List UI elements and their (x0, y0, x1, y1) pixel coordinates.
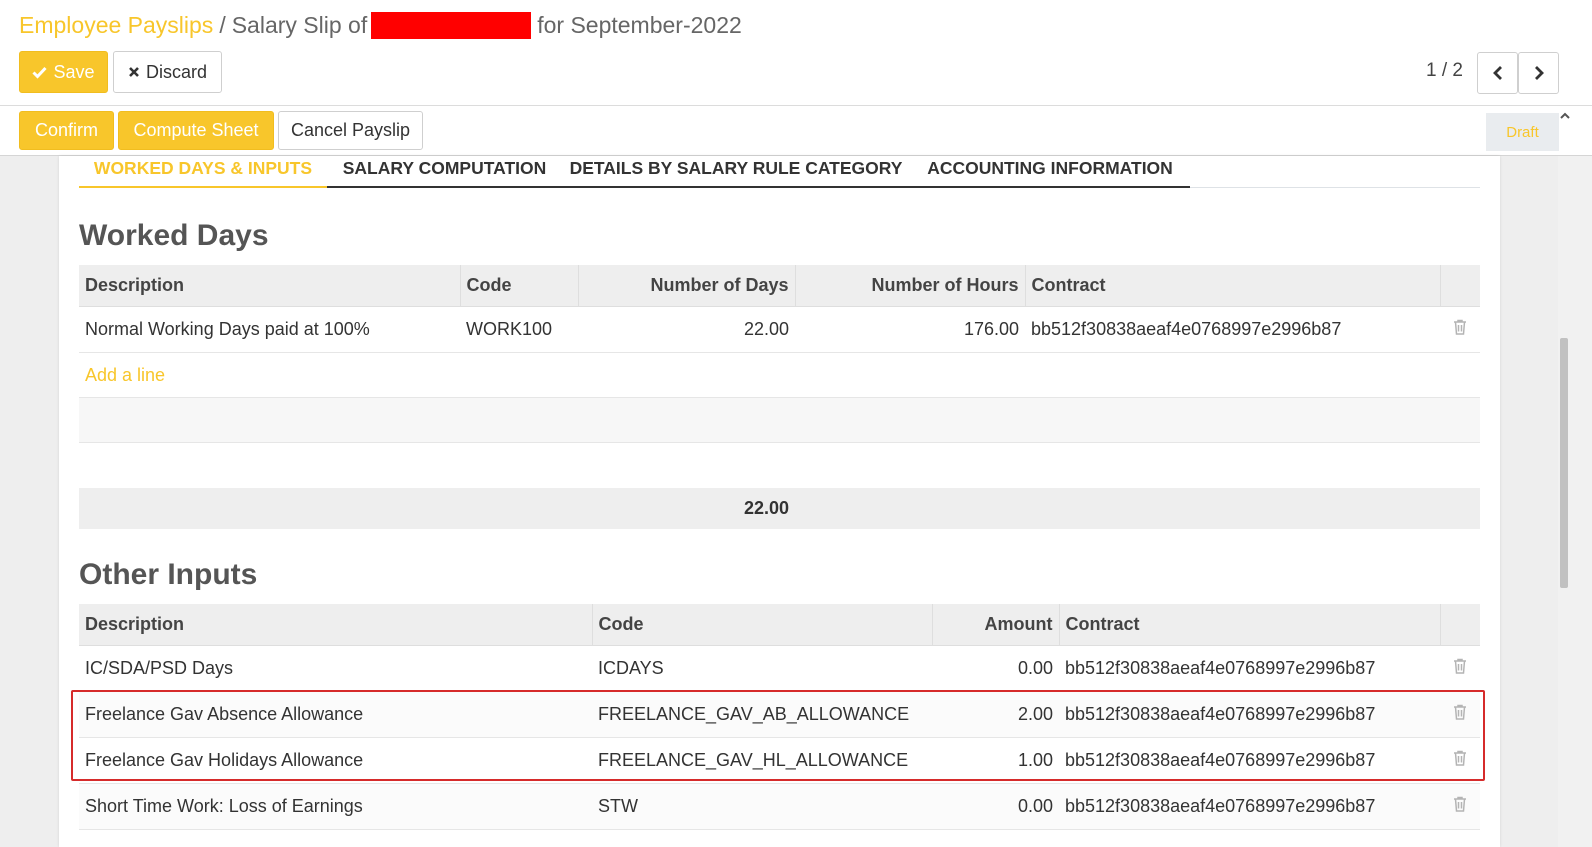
trash-icon (1454, 750, 1466, 766)
column-header-actions (1439, 265, 1480, 307)
redacted-employee-name (371, 12, 532, 39)
add-line-row: Add a line (79, 352, 1480, 398)
column-header-amount[interactable]: Amount (931, 604, 1059, 646)
cell-contract[interactable]: bb512f30838aeaf4e0768997e2996b87 (1059, 783, 1440, 830)
chevron-right-icon (1534, 66, 1544, 80)
breadcrumb: Employee Payslips / Salary Slip of for Sept… (19, 10, 742, 40)
tab-details-by-salary-rule-category[interactable]: DETAILS BY SALARY RULE CATEGORY (562, 153, 910, 188)
delete-row-button[interactable] (1440, 306, 1480, 353)
pager-value[interactable]: 1 / 2 (1426, 60, 1463, 82)
table-row[interactable]: Freelance Gav Absence Allowance FREELANC… (79, 691, 1480, 738)
scroll-up-arrow-icon[interactable] (1560, 112, 1570, 120)
times-icon (129, 67, 139, 77)
worked-days-table: Description Code Number of Days Number o… (79, 265, 1480, 398)
table-row[interactable]: Short Time Work: Loss of Earnings STW 0.… (79, 783, 1480, 830)
cell-amount[interactable]: 0.00 (932, 645, 1059, 692)
table-row[interactable]: IC/SDA/PSD Days ICDAYS 0.00 bb512f30838a… (79, 645, 1480, 692)
confirm-button[interactable]: Confirm (19, 111, 114, 150)
cell-number-of-days[interactable]: 22.00 (578, 306, 795, 353)
pager-next-button[interactable] (1518, 52, 1559, 94)
column-header-actions (1439, 604, 1480, 646)
other-inputs-header-row: Description Code Amount Contract (79, 604, 1480, 646)
cell-contract[interactable]: bb512f30838aeaf4e0768997e2996b87 (1025, 306, 1440, 353)
empty-row (79, 397, 1480, 443)
table-row[interactable]: Freelance Gav Holidays Allowance FREELAN… (79, 737, 1480, 784)
cell-description[interactable]: IC/SDA/PSD Days (79, 645, 592, 692)
tab-worked-days-inputs[interactable]: WORKED DAYS & INPUTS (79, 153, 327, 188)
breadcrumb-link-employee-payslips[interactable]: Employee Payslips (19, 12, 213, 38)
cell-contract[interactable]: bb512f30838aeaf4e0768997e2996b87 (1059, 691, 1440, 738)
status-badge-draft: Draft (1486, 113, 1559, 151)
delete-row-button[interactable] (1440, 691, 1480, 738)
cell-amount[interactable]: 0.00 (932, 783, 1059, 830)
cell-code[interactable]: WORK100 (460, 306, 578, 353)
cell-description[interactable]: Freelance Gav Holidays Allowance (79, 737, 592, 784)
trash-icon (1454, 319, 1466, 335)
cell-number-of-hours[interactable]: 176.00 (795, 306, 1025, 353)
discard-button[interactable]: Discard (113, 51, 222, 93)
worked-days-total-row: 22.00 (79, 488, 1480, 529)
column-header-code[interactable]: Code (591, 604, 932, 646)
scrollbar-thumb[interactable] (1560, 338, 1568, 588)
cell-description[interactable]: Normal Working Days paid at 100% (79, 306, 460, 353)
cell-description[interactable]: Freelance Gav Absence Allowance (79, 691, 592, 738)
breadcrumb-current-prefix: Salary Slip of (231, 12, 368, 38)
cell-contract[interactable]: bb512f30838aeaf4e0768997e2996b87 (1059, 645, 1440, 692)
notebook-tabs: WORKED DAYS & INPUTS SALARY COMPUTATION … (79, 153, 1480, 188)
column-header-contract[interactable]: Contract (1024, 265, 1440, 307)
tab-accounting-information[interactable]: ACCOUNTING INFORMATION (910, 153, 1190, 188)
trash-icon (1454, 658, 1466, 674)
cell-code[interactable]: ICDAYS (592, 645, 932, 692)
table-row[interactable]: Normal Working Days paid at 100% WORK100… (79, 306, 1480, 353)
column-header-description[interactable]: Description (79, 604, 592, 646)
cell-amount[interactable]: 2.00 (932, 691, 1059, 738)
worked-days-header-row: Description Code Number of Days Number o… (79, 265, 1480, 307)
trash-icon (1454, 796, 1466, 812)
breadcrumb-separator: / (219, 12, 226, 38)
column-header-number-of-days[interactable]: Number of Days (577, 265, 795, 307)
total-number-of-days: 22.00 (743, 498, 789, 518)
column-header-contract[interactable]: Contract (1058, 604, 1440, 646)
cell-contract[interactable]: bb512f30838aeaf4e0768997e2996b87 (1059, 737, 1440, 784)
delete-row-button[interactable] (1440, 737, 1480, 784)
column-header-description[interactable]: Description (79, 265, 460, 307)
discard-button-label: Discard (145, 61, 207, 82)
other-inputs-table: Description Code Amount Contract IC/SDA/… (79, 604, 1480, 830)
cell-code[interactable]: FREELANCE_GAV_AB_ALLOWANCE (592, 691, 932, 738)
chevron-left-icon (1492, 66, 1502, 80)
delete-row-button[interactable] (1440, 645, 1480, 692)
save-button-label: Save (53, 61, 95, 82)
cell-description[interactable]: Short Time Work: Loss of Earnings (79, 783, 592, 830)
pager-previous-button[interactable] (1477, 52, 1518, 94)
save-button[interactable]: Save (19, 51, 108, 93)
add-a-line-link[interactable]: Add a line (85, 365, 165, 385)
cell-code[interactable]: FREELANCE_GAV_HL_ALLOWANCE (592, 737, 932, 784)
cell-amount[interactable]: 1.00 (932, 737, 1059, 784)
worked-days-title: Worked Days (79, 219, 269, 252)
column-header-number-of-hours[interactable]: Number of Hours (794, 265, 1025, 307)
check-icon (32, 66, 48, 79)
cell-code[interactable]: STW (592, 783, 932, 830)
control-panel: Employee Payslips / Salary Slip of for Sept… (0, 0, 1592, 106)
statusbar: Confirm Compute Sheet Cancel Payslip Dra… (0, 106, 1592, 156)
other-inputs-title: Other Inputs (79, 558, 258, 591)
compute-sheet-button[interactable]: Compute Sheet (118, 111, 274, 150)
delete-row-button[interactable] (1440, 783, 1480, 830)
breadcrumb-current-suffix: for September-2022 (537, 12, 742, 38)
tab-salary-computation[interactable]: SALARY COMPUTATION (327, 153, 562, 188)
cancel-payslip-button[interactable]: Cancel Payslip (278, 111, 423, 150)
trash-icon (1454, 704, 1466, 720)
column-header-code[interactable]: Code (459, 265, 578, 307)
